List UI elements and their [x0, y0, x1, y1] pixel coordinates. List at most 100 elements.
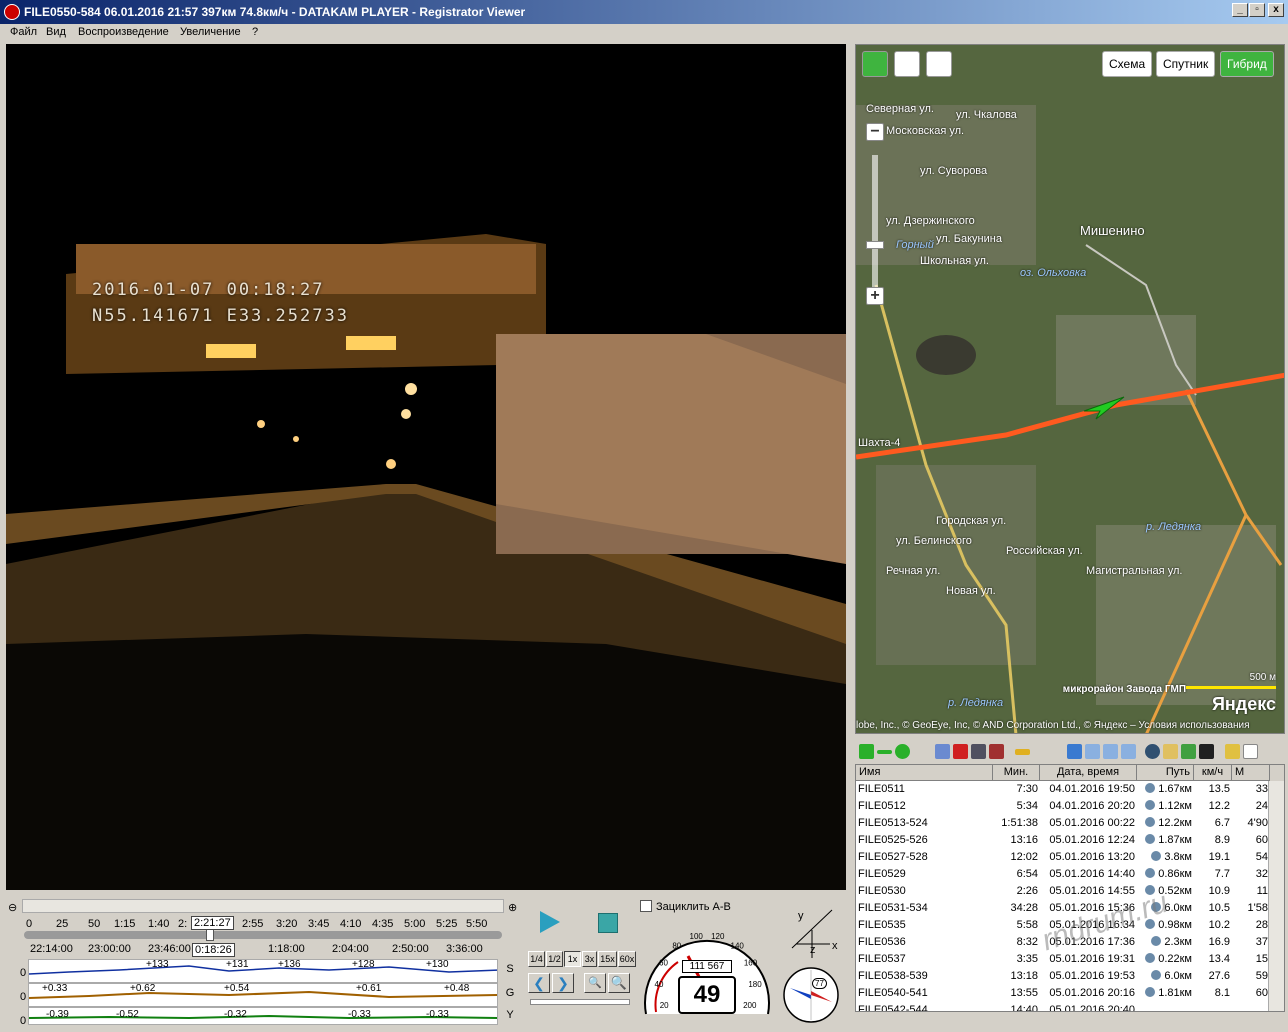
image-icon[interactable] — [1163, 744, 1178, 759]
zoom-in-video-icon[interactable]: 🔍 — [608, 973, 630, 993]
file-cell: 05.01.2016 00:22 — [1040, 815, 1137, 832]
save-icon[interactable] — [971, 744, 986, 759]
globe-icon[interactable] — [1145, 744, 1160, 759]
zoom-out-video-icon[interactable]: 🔍 — [584, 973, 606, 993]
maximize-button[interactable]: ▫ — [1249, 3, 1265, 17]
column-header-name[interactable]: Имя — [856, 765, 993, 781]
timeline-clock-tick: 23:46:00 — [148, 943, 191, 955]
map-type-satellite[interactable]: Спутник — [1156, 51, 1216, 77]
speed-button[interactable]: 1/4 — [528, 951, 545, 967]
folder-icon[interactable] — [1225, 744, 1240, 759]
column-header-distance[interactable]: Путь — [1137, 765, 1194, 781]
film-icon[interactable] — [1199, 744, 1214, 759]
menu-playback[interactable]: Воспроизведение — [78, 26, 169, 38]
file-row[interactable]: FILE0513-524 1:51:38 05.01.2016 00:22 12.2к… — [856, 815, 1284, 832]
column-header-datetime[interactable]: Дата, время — [1040, 765, 1137, 781]
graph-value: 0.33 — [47, 983, 68, 994]
graph-value-label: +128 — [352, 959, 375, 970]
file-row[interactable]: FILE0538-539 13:18 05.01.2016 19:53 6.0км 27… — [856, 968, 1284, 985]
menu-file[interactable]: Файл — [10, 26, 37, 38]
file-cell: 13.4 — [1194, 951, 1232, 968]
pan-tool-button[interactable] — [862, 51, 888, 77]
map-copyright[interactable]: lobe, Inc., © GeoEye, Inc, © AND Corpora… — [856, 720, 1284, 731]
file-row[interactable]: FILE0511 7:30 04.01.2016 19:50 1.67км 13.5 33 — [856, 781, 1284, 798]
ruler-tool-button[interactable] — [926, 51, 952, 77]
gauge-scale-label: 160 — [744, 959, 758, 968]
camera-icon[interactable] — [989, 744, 1004, 759]
title-bar: FILE0550-584 06.01.2016 21:57 397км 74.8… — [0, 0, 1288, 24]
file-row[interactable]: FILE0525-526 13:16 05.01.2016 12:24 1.87км 8… — [856, 832, 1284, 849]
file-row[interactable]: FILE0529 6:54 05.01.2016 14:40 0.86км 7.7 32 — [856, 866, 1284, 883]
stop-button[interactable] — [598, 913, 618, 933]
map-panel[interactable]: Схема Спутник Гибрид − + Северная ул. Мо… — [855, 44, 1285, 734]
file-row[interactable]: FILE0512 5:34 04.01.2016 20:20 1.12км 12.2 24 — [856, 798, 1284, 815]
menu-zoom[interactable]: Увеличение — [180, 26, 241, 38]
file-cell: FILE0525-526 — [856, 832, 993, 849]
file-list[interactable]: Имя Мин. Дата, время Путь км/ч М FILE051… — [855, 764, 1285, 1012]
zoom-slider[interactable] — [872, 155, 878, 295]
zoom-slider-thumb[interactable] — [866, 241, 884, 249]
remove-icon[interactable] — [877, 750, 892, 754]
file-cell-text: 1:51:38 — [1001, 817, 1038, 829]
close-button[interactable]: x — [1268, 3, 1284, 17]
file-row[interactable]: FILE0530 2:26 05.01.2016 14:55 0.52км 10.9 11 — [856, 883, 1284, 900]
add-icon[interactable] — [859, 744, 874, 759]
file-cell: 54 — [1232, 849, 1270, 866]
file-row[interactable]: FILE0537 3:35 05.01.2016 19:31 0.22км 13.4 15 — [856, 951, 1284, 968]
window-icon[interactable] — [1085, 744, 1100, 759]
export-icon[interactable] — [1067, 744, 1082, 759]
speed-button[interactable]: 1/2 — [546, 951, 563, 967]
g-sensor-graph[interactable] — [28, 983, 498, 1007]
zoom-area-tool-button[interactable] — [894, 51, 920, 77]
next-button[interactable]: ❯ — [552, 973, 574, 993]
zoom-in-button[interactable]: + — [866, 287, 884, 305]
odometer: 111 567 — [682, 960, 732, 973]
graph-value: 136 — [283, 959, 301, 970]
app-icon[interactable] — [4, 4, 20, 20]
timeline-slider[interactable] — [24, 931, 502, 939]
playback-controls: 1/4 1/2 1x 3x 15x 60x ❮ ❯ 🔍 🔍 — [526, 895, 638, 1027]
volume-slider[interactable] — [530, 999, 630, 1005]
speed-button[interactable]: 1x — [564, 951, 581, 967]
map-type-scheme[interactable]: Схема — [1102, 51, 1153, 77]
loop-ab-checkbox[interactable]: Зациклить A-B — [640, 900, 731, 913]
minimize-button[interactable]: _ — [1232, 3, 1248, 17]
play-button[interactable] — [540, 911, 560, 933]
file-cell: 7.7 — [1194, 866, 1232, 883]
picture-icon[interactable] — [1181, 744, 1196, 759]
file-row[interactable]: FILE0540-541 13:55 05.01.2016 20:16 1.81км 8… — [856, 985, 1284, 1002]
key-icon[interactable] — [1015, 749, 1030, 755]
speed-button[interactable]: 15x — [598, 951, 617, 967]
file-cell-text: 6.7 — [1214, 817, 1230, 829]
layout-icon[interactable] — [1121, 744, 1136, 759]
column-header-speed[interactable]: км/ч — [1194, 765, 1232, 781]
file-row[interactable]: FILE0527-528 12:02 05.01.2016 13:20 3.8км 19… — [856, 849, 1284, 866]
delete-icon[interactable] — [953, 744, 968, 759]
file-cell-text: 54 — [1255, 851, 1268, 863]
timeline-scrollbar[interactable] — [22, 899, 504, 913]
map-type-hybrid[interactable]: Гибрид — [1220, 51, 1274, 77]
column-header-minutes[interactable]: Мин. — [993, 765, 1040, 781]
street-label: Российская ул. — [1006, 545, 1083, 557]
refresh-icon[interactable] — [895, 744, 910, 759]
video-player[interactable]: 2016-01-07 00:18:27 N55.141671 E33.25273… — [6, 44, 846, 890]
speed-button[interactable]: 60x — [618, 951, 636, 967]
menu-help[interactable]: ? — [252, 26, 258, 38]
menu-view[interactable]: Вид — [46, 26, 66, 38]
zoom-out-timeline-icon[interactable]: ⊖ — [8, 901, 17, 914]
file-list-scrollbar[interactable] — [1268, 781, 1284, 1011]
graph-axis-label: Y — [506, 1009, 514, 1021]
loop-checkbox-box[interactable] — [640, 900, 652, 912]
file-row[interactable]: FILE0542-544 14:40 05.01.2016 20:40 — [856, 1002, 1284, 1011]
timeline-slider-knob[interactable] — [206, 929, 214, 941]
graph-value: 0.33 — [429, 1009, 449, 1020]
previous-button[interactable]: ❮ — [528, 973, 550, 993]
zoom-in-timeline-icon[interactable]: ⊕ — [508, 901, 517, 914]
speed-button[interactable]: 3x — [582, 951, 597, 967]
windows-icon[interactable] — [1103, 744, 1118, 759]
copy-icon[interactable] — [935, 744, 950, 759]
file-cell-text: 5:58 — [1016, 919, 1038, 931]
zoom-out-button[interactable]: − — [866, 123, 884, 141]
column-header-m[interactable]: М — [1232, 765, 1270, 781]
document-icon[interactable] — [1243, 744, 1258, 759]
